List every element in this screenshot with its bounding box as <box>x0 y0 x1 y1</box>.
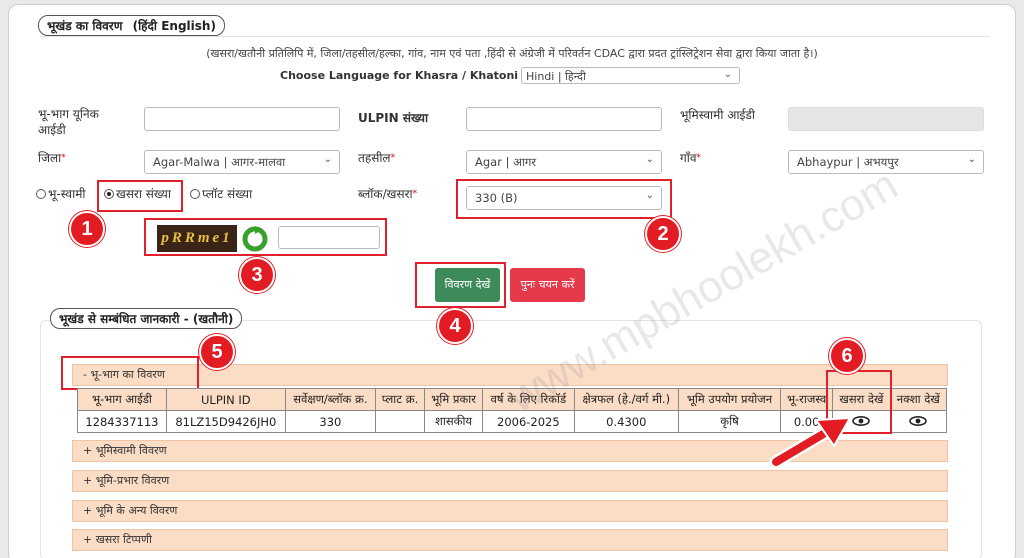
district-label-text: जिला <box>38 151 62 165</box>
owner-id-input[interactable] <box>788 107 984 131</box>
block-label: ब्लॉक/खसरा* <box>358 186 417 202</box>
section-divider <box>40 36 990 37</box>
radio-circle-icon <box>36 189 46 199</box>
accordion-note-label: + खसरा टिप्पणी <box>83 533 152 546</box>
column-header: प्लाट क्र. <box>374 388 426 411</box>
highlight-box-5 <box>61 356 199 390</box>
table-cell <box>374 410 426 433</box>
highlight-box-3 <box>144 218 387 256</box>
chevron-down-icon: ⌄ <box>723 69 732 80</box>
table-cell: कृषि <box>678 410 781 433</box>
highlight-box-4 <box>415 262 506 308</box>
chevron-down-icon: ⌄ <box>323 154 332 165</box>
accordion-charge-label: + भूमि-प्रभार विवरण <box>83 474 170 487</box>
step-badge-2: 2 <box>645 216 681 252</box>
step-badge-5: 5 <box>199 334 235 370</box>
table-cell: शासकीय <box>424 410 484 433</box>
bhu-unique-id-input[interactable] <box>144 107 340 131</box>
village-label-text: गाँव <box>680 151 697 165</box>
chevron-down-icon: ⌄ <box>967 154 976 165</box>
step-badge-4: 4 <box>437 308 473 344</box>
language-toggle-link[interactable]: (हिंदी English) <box>133 19 216 33</box>
column-header: ULPIN ID <box>165 388 286 411</box>
ulpin-label: ULPIN संख्या <box>358 111 429 125</box>
radio-owner[interactable]: भू-स्वामी <box>36 186 86 202</box>
reset-selection-button[interactable]: पुनः चयन करें <box>510 268 585 302</box>
legend-text: भूखंड से सम्बंधित जानकारी - (खतौनी) <box>59 312 234 326</box>
district-label: जिला* <box>38 150 66 166</box>
accordion-charge-details[interactable]: + भूमि-प्रभार विवरण <box>72 470 948 492</box>
chevron-down-icon: ⌄ <box>645 154 654 165</box>
column-header: भूमि उपयोग प्रयोजन <box>678 388 781 411</box>
block-label-text: ब्लॉक/खसरा <box>358 187 413 201</box>
radio-owner-label: भू-स्वामी <box>48 187 86 201</box>
column-header: भूमि प्रकार <box>424 388 484 411</box>
required-mark: * <box>412 189 418 199</box>
owner-id-label: भूमिस्वामी आईडी <box>680 108 755 122</box>
highlight-box-2 <box>456 179 672 219</box>
legend-text: भूखंड का विवरण <box>47 19 123 33</box>
ulpin-input[interactable] <box>466 107 662 131</box>
accordion-other-label: + भूमि के अन्य विवरण <box>83 504 178 517</box>
table-cell: 330 <box>284 410 376 433</box>
view-map-cell[interactable] <box>889 410 948 433</box>
accordion-owner-label: + भूमिस्वामी विवरण <box>83 444 167 457</box>
section-legend-plot-details: भूखंड का विवरण (हिंदी English) <box>38 15 225 36</box>
required-mark: * <box>696 153 702 163</box>
bhu-unique-id-label: भू-भाग यूनिक आईडी <box>38 107 99 137</box>
required-mark: * <box>61 153 66 163</box>
radio-circle-icon <box>190 189 200 199</box>
column-header: भू-भाग आईडी <box>77 388 167 411</box>
column-header: नक्शा देखें <box>889 388 948 411</box>
step-badge-1: 1 <box>69 211 105 247</box>
language-label: Choose Language for Khasra / Khatoni Cop… <box>280 69 557 82</box>
language-select-value: Hindi | हिन्दी <box>526 70 586 83</box>
column-header: क्षेत्रफल (हे./वर्ग मी.) <box>573 388 680 411</box>
translation-note: (खसरा/खतौनी प्रतिलिपि में, जिला/तहसील/हल… <box>206 47 818 60</box>
tehsil-select-value: Agar | आगर <box>475 155 537 169</box>
village-label: गाँव* <box>680 150 701 166</box>
tehsil-label-text: तहसील <box>358 151 391 165</box>
language-select[interactable]: Hindi | हिन्दी ⌄ <box>521 67 740 84</box>
tehsil-label: तहसील* <box>358 150 395 166</box>
table-cell: 0.4300 <box>573 410 680 433</box>
view-map-eye-icon[interactable] <box>909 415 928 426</box>
tehsil-select[interactable]: Agar | आगर ⌄ <box>466 150 662 174</box>
section-legend-khatoni: भूखंड से सम्बंधित जानकारी - (खतौनी) <box>50 308 243 329</box>
table-cell: 81LZ15D9426JH0 <box>165 410 286 433</box>
step-badge-6: 6 <box>829 338 865 374</box>
step-badge-3: 3 <box>239 257 275 293</box>
radio-plot-label: प्लॉट संख्या <box>202 187 253 201</box>
column-header: भू-राजस्व <box>779 388 834 411</box>
required-mark: * <box>390 153 396 163</box>
table-cell: 1284337113 <box>77 410 167 433</box>
column-header: सर्वेक्षण/ब्लॉक क्र. <box>284 388 376 411</box>
radio-plot[interactable]: प्लॉट संख्या <box>190 186 252 202</box>
highlight-box-1 <box>97 180 183 212</box>
accordion-khasra-note[interactable]: + खसरा टिप्पणी <box>72 529 948 551</box>
district-select-value: Agar-Malwa | आगर-मालवा <box>153 155 286 169</box>
pointer-arrow-icon <box>769 416 852 469</box>
accordion-other-details[interactable]: + भूमि के अन्य विवरण <box>72 500 948 522</box>
district-select[interactable]: Agar-Malwa | आगर-मालवा ⌄ <box>144 150 340 174</box>
